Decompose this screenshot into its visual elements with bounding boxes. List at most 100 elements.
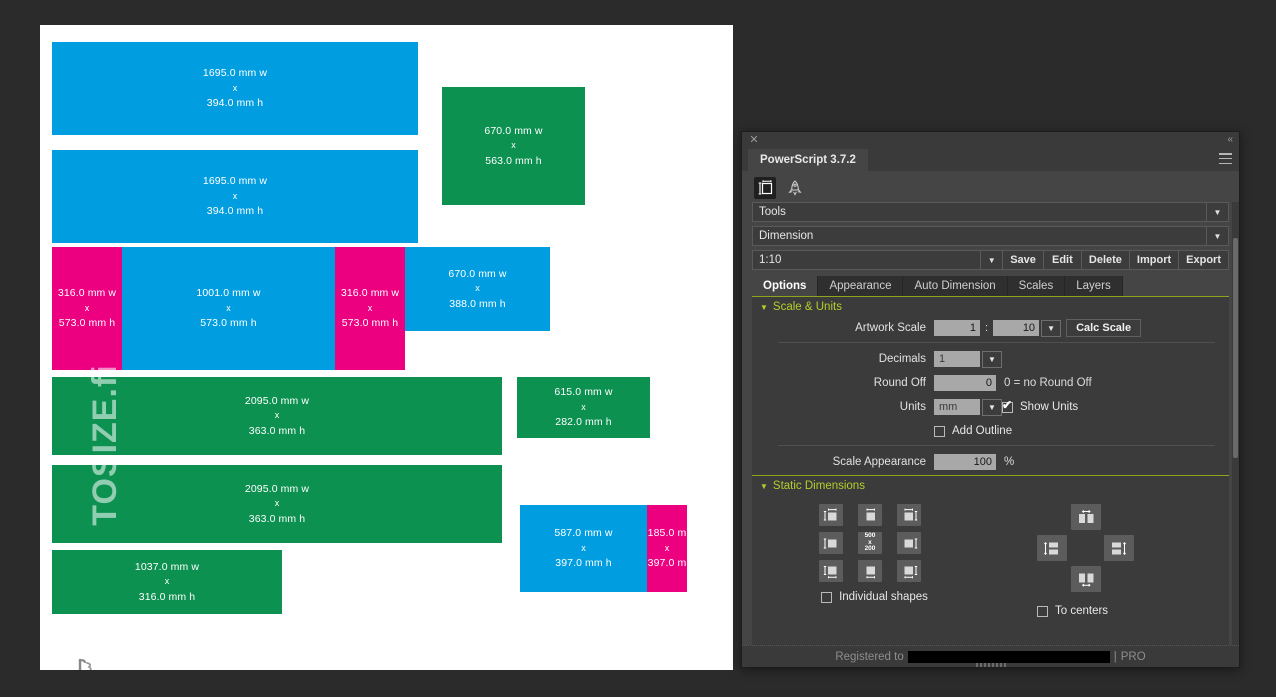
tab-layers[interactable]: Layers [1065,276,1123,296]
app-root: 1695.0 mm w x 394.0 mm h 670.0 mm w x 563.0 m… [0,0,1276,697]
spacing-bottom-icon[interactable] [1071,566,1101,592]
dim-middle-left-icon[interactable] [819,532,843,554]
round-off-input[interactable]: 0 [934,375,996,391]
units-dropdown-icon[interactable]: ▼ [982,398,1002,416]
shape-dimension-label: 1037.0 mm w x 316.0 mm h [135,559,199,605]
shape-width-label: 615.0 mm w [554,386,613,399]
dimension-select-value: Dimension [759,230,814,242]
add-outline-checkbox[interactable] [934,425,945,437]
panel-tabstrip: PowerScript 3.7.2 [742,149,1239,171]
delete-button[interactable]: Delete [1081,250,1130,270]
artboard-shape[interactable]: 670.0 mm w x 563.0 mm h [442,87,585,205]
dimension-tool-icon[interactable] [754,176,776,199]
shape-width-label: 316.0 mm w [57,287,117,300]
panel-resize-grip[interactable] [975,663,1006,667]
close-icon[interactable]: ✕ [748,134,760,146]
units-input[interactable]: mm [934,399,980,415]
spacing-controls: To centers [997,504,1229,617]
round-off-hint: 0 = no Round Off [1004,377,1092,389]
dim-bottom-left-icon[interactable] [819,560,843,582]
dim-top-left-icon[interactable] [819,504,843,526]
hamburger-menu-icon[interactable] [1219,153,1232,164]
dimension-placement-grid: 500 x 200 Individual shapes [752,504,997,603]
artboard-shape[interactable]: 1695.0 mm w x 394.0 mm h [52,42,418,135]
registered-to-label: Registered to [835,650,904,663]
chevron-down-icon[interactable]: ▼ [1206,203,1228,221]
artboard-shape[interactable]: 1001.0 mm w x 573.0 mm h [122,247,335,370]
calc-scale-button[interactable]: Calc Scale [1066,319,1142,337]
dim-size-label-icon[interactable]: 500 x 200 [858,532,882,554]
scale-appearance-label: Scale Appearance [832,456,926,468]
round-off-row: Round Off 0 0 = no Round Off [752,372,1229,394]
dimension-select[interactable]: Dimension ▼ [752,226,1229,246]
artboard-shape[interactable]: 1037.0 mm w x 316.0 mm h [52,550,282,614]
section-header-scale-units[interactable]: ▼ Scale & Units [752,297,1229,317]
tools-select[interactable]: Tools ▼ [752,202,1229,222]
shape-height-label: 397.0 mm h [555,557,612,570]
chevron-down-icon: ▼ [760,302,768,312]
panel-tool-icons [742,171,1239,202]
export-button[interactable]: Export [1179,250,1229,270]
section-header-static-dimensions[interactable]: ▼ Static Dimensions [752,476,1229,496]
dim-middle-right-icon[interactable] [897,532,921,554]
spacing-top-icon[interactable] [1071,504,1101,530]
show-units-checkbox[interactable] [1002,398,1013,413]
scale-appearance-input[interactable]: 100 [934,454,996,470]
add-outline-row: Add Outline [752,420,1229,442]
shape-height-label: 394.0 mm h [206,97,264,110]
individual-shapes-checkbox[interactable] [821,591,833,603]
to-centers-row: To centers [1037,605,1108,617]
decimals-input[interactable]: 1 [934,351,980,367]
shape-height-label: 316.0 mm h [138,590,196,603]
spacing-left-icon[interactable] [1037,535,1067,561]
shape-dimension-label: 2095.0 mm w x 363.0 mm h [245,393,309,439]
shape-width-label: 670.0 mm w [484,124,543,137]
scale-preset-select[interactable]: 1:10 ▼ [752,250,1004,270]
decimals-dropdown-icon[interactable]: ▼ [982,350,1002,368]
artboard-shape[interactable]: 316.0 mm w x 573.0 mm h [52,247,122,370]
dim-bottom-center-icon[interactable] [858,560,882,582]
to-centers-checkbox[interactable] [1037,605,1048,617]
shape-dimension-separator: x [274,410,280,421]
edit-button[interactable]: Edit [1043,250,1082,270]
decimals-label: Decimals [878,353,926,365]
shape-height-label: 388.0 mm h [449,297,506,310]
show-units-label: Show Units [1020,401,1079,413]
tab-appearance[interactable]: Appearance [818,276,904,296]
artboard-shape[interactable]: 587.0 mm w x 397.0 mm h [520,505,647,592]
chevron-down-icon[interactable]: ▼ [980,251,1002,269]
spacing-right-icon[interactable] [1104,535,1134,561]
import-button[interactable]: Import [1129,250,1180,270]
artboard-shape[interactable]: 2095.0 mm w x 363.0 mm h [52,377,502,455]
panel-title-tab[interactable]: PowerScript 3.7.2 [748,149,868,171]
dim-top-center-icon[interactable] [858,504,882,526]
rocket-tool-icon[interactable] [784,177,806,199]
shape-width-label: 2095.0 mm w [244,394,310,407]
artboard-canvas[interactable]: 1695.0 mm w x 394.0 mm h 670.0 mm w x 563.0 m… [40,25,733,670]
tab-scales[interactable]: Scales [1007,276,1066,296]
panel-scrollbar[interactable] [1232,202,1239,645]
chevron-down-icon[interactable]: ▼ [1206,227,1228,245]
shape-height-label: 363.0 mm h [248,512,306,525]
artboard-shape[interactable]: 615.0 mm w x 282.0 mm h [517,377,650,438]
dim-bottom-right-icon[interactable] [897,560,921,582]
artwork-scale-dropdown-icon[interactable]: ▼ [1041,319,1062,337]
artboard-shape[interactable]: 670.0 mm w x 388.0 mm h [405,247,550,331]
artboard-shape[interactable]: 2095.0 mm w x 363.0 mm h [52,465,502,543]
save-button[interactable]: Save [1003,250,1044,270]
shape-height-label: 573.0 mm h [58,317,116,330]
panel-scrollbar-thumb[interactable] [1233,238,1238,458]
artwork-scale-numerator-input[interactable]: 1 [934,320,980,336]
artboard-shape[interactable]: 185.0 m x 397.0 m [647,505,687,592]
dim-top-right-icon[interactable] [897,504,921,526]
shape-dimension-separator: x [581,401,586,412]
artboard-shape[interactable]: 316.0 mm w x 573.0 mm h [335,247,405,370]
tab-auto-dimension[interactable]: Auto Dimension [903,276,1008,296]
collapse-icon[interactable]: « [1227,134,1233,146]
artwork-scale-denominator-input[interactable]: 10 [993,320,1040,336]
artboard-shape[interactable]: 1695.0 mm w x 394.0 mm h [52,150,418,243]
add-outline-label: Add Outline [952,425,1013,437]
tab-options[interactable]: Options [752,276,819,296]
shape-height-label: 397.0 m [647,557,687,570]
shape-dimension-separator: x [232,82,238,93]
